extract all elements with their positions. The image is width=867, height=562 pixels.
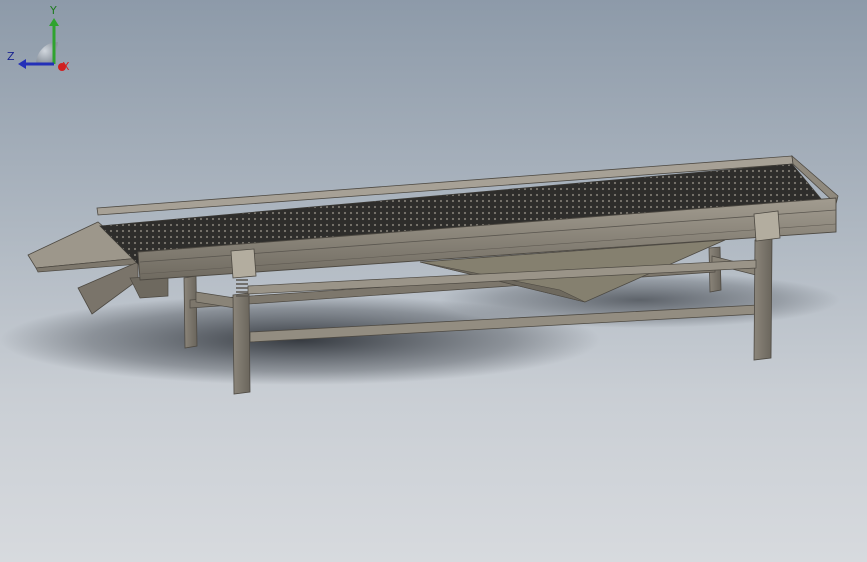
mount-bracket-left — [230, 248, 257, 279]
mount-bracket-right — [753, 210, 781, 242]
z-axis-label: Z — [7, 50, 15, 63]
x-axis-label: X — [62, 60, 70, 73]
y-axis-label: Y — [49, 4, 57, 17]
vibrating-conveyor-model[interactable] — [0, 0, 867, 562]
3d-graphics-viewport[interactable]: Y Z X — [0, 0, 867, 562]
coordinate-triad: Y Z X — [7, 4, 70, 73]
